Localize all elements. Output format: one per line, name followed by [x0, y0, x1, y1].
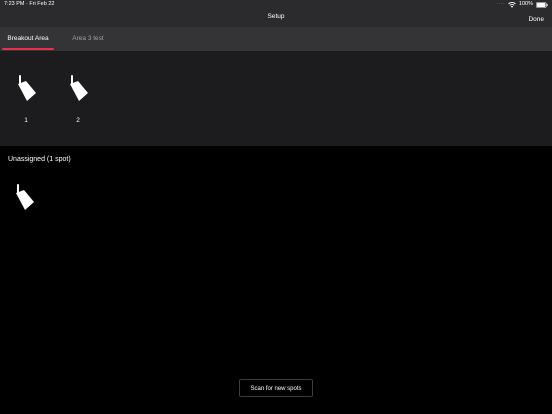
spotlight-icon: [70, 75, 88, 101]
battery-percent: 100%: [518, 1, 533, 7]
unassigned-section-title: Unassigned (1 spot): [8, 156, 71, 163]
signal-icon: ····: [497, 1, 505, 7]
tab-area-3-test[interactable]: Area 3 test: [62, 27, 114, 51]
status-time: 7:23 PM · Fri Feb 22: [4, 1, 55, 7]
setup-screen: 7:23 PM · Fri Feb 22 ···· 100% Setup Don…: [0, 0, 552, 414]
spotlight-icon: [16, 184, 34, 210]
spot-2[interactable]: 2: [63, 75, 93, 124]
spot-label: 1: [24, 117, 28, 124]
spot-label: 2: [76, 117, 80, 124]
spotlight-icon: [18, 75, 36, 101]
done-button[interactable]: Done: [528, 16, 544, 23]
unassigned-spot[interactable]: [12, 184, 42, 217]
tab-breakout-area[interactable]: Breakout Area: [2, 27, 54, 51]
battery-icon: [536, 1, 548, 8]
area-tab-bar: Breakout Area Area 3 test: [0, 27, 552, 51]
navigation-bar: Setup Done: [0, 9, 552, 27]
page-title: Setup: [267, 13, 285, 20]
area-spots-panel: 1 2: [0, 51, 552, 146]
scan-for-new-spots-button[interactable]: Scan for new spots: [239, 379, 313, 397]
wifi-icon: [508, 1, 516, 8]
status-indicators: ···· 100%: [497, 0, 548, 9]
status-bar: 7:23 PM · Fri Feb 22 ···· 100%: [0, 0, 552, 9]
spot-1[interactable]: 1: [11, 75, 41, 124]
